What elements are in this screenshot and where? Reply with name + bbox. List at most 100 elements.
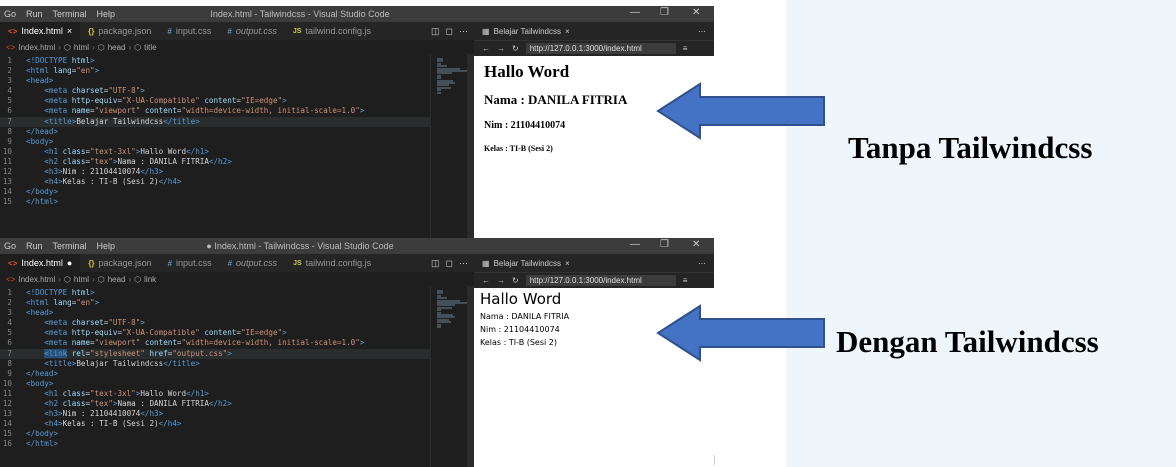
close-preview-icon[interactable]: × [565, 259, 570, 268]
preview-tab-label[interactable]: Belajar Tailwindcss [494, 27, 561, 36]
menu-item-help[interactable]: Help [97, 241, 116, 251]
split-editor-icon[interactable]: ◫ [431, 26, 440, 37]
minimize-icon[interactable]: — [630, 7, 640, 18]
page-heading-h4: Kelas : TI-B (Sesi 2) [484, 144, 553, 153]
menu-item-help[interactable]: Help [97, 9, 116, 19]
menu-item-run[interactable]: Run [26, 9, 43, 19]
code-line[interactable]: 6 <meta name="viewport" content="width=d… [0, 338, 430, 348]
close-tab-icon[interactable]: × [67, 26, 72, 36]
tab-package-json[interactable]: {} package.json [80, 254, 159, 272]
more-icon[interactable]: ⋯ [698, 27, 714, 36]
line-number: 15 [2, 429, 12, 439]
code-line[interactable]: 8 <title>Belajar Tailwindcss</title> [0, 359, 430, 369]
code-line[interactable]: 1 <!DOCTYPE html> [0, 56, 430, 66]
code-line[interactable]: 9 <body> [0, 137, 430, 147]
code-line[interactable]: 5 <meta http-equiv="X-UA-Compatible" con… [0, 96, 430, 106]
tab-label: input.css [175, 26, 212, 36]
line-number: 12 [2, 399, 12, 409]
code-line[interactable]: 12 <h3>Nim : 21104410074</h3> [0, 167, 430, 177]
tab-output-css[interactable]: # output.css [219, 22, 284, 40]
tab-label: input.css [176, 258, 212, 268]
menu-item-run[interactable]: Run [26, 241, 43, 251]
annotation-label-without-tailwind: Tanpa Tailwindcss [848, 130, 1093, 165]
code-editor[interactable]: 1 <!DOCTYPE html> 2 <html lang="en"> 3 <head>… [0, 56, 430, 207]
code-line[interactable]: 16 </html> [0, 439, 430, 449]
code-line[interactable]: 15 </html> [0, 197, 430, 207]
code-line[interactable]: 6 <meta name="viewport" content="width=d… [0, 106, 430, 116]
code-line[interactable]: 7 <link rel="stylesheet" href="output.cs… [0, 348, 430, 359]
breadcrumb-item[interactable]: html [74, 43, 89, 52]
more-actions-icon[interactable]: ⋯ [459, 26, 468, 37]
breadcrumb-item[interactable]: Index.html [18, 43, 55, 52]
tab-package-json[interactable]: {} package.json [80, 22, 159, 40]
preview-icon[interactable]: ◻ [446, 258, 453, 269]
restore-icon[interactable]: ❐ [660, 239, 669, 250]
code-editor[interactable]: 1 <!DOCTYPE html> 2 <html lang="en"> 3 <head>… [0, 288, 430, 450]
menu-icon[interactable]: ≡ [683, 44, 688, 53]
forward-icon[interactable]: → [497, 44, 505, 53]
code-line[interactable]: 10 <h1 class="text-3xl">Hallo Word</h1> [0, 147, 430, 157]
code-line[interactable]: 5 <meta http-equiv="X-UA-Compatible" con… [0, 328, 430, 338]
menu-item-terminal[interactable]: Terminal [53, 241, 87, 251]
code-line[interactable]: 7 <title>Belajar Tailwindcss</title> [0, 116, 430, 127]
tab-output-css[interactable]: # output.css [220, 254, 285, 272]
js-file-icon: JS [292, 27, 302, 35]
minimize-icon[interactable]: — [630, 239, 640, 250]
url-input[interactable]: http://127.0.0.1:3000/index.html [525, 43, 676, 54]
code-line[interactable]: 3 <head> [0, 76, 430, 86]
preview-icon[interactable]: ◻ [446, 26, 453, 37]
code-line[interactable]: 15 </body> [0, 429, 430, 439]
tab-input-css[interactable]: # input.css [159, 22, 219, 40]
reload-icon[interactable]: ↻ [512, 44, 519, 53]
unsaved-dot-icon[interactable]: ● [67, 258, 72, 268]
back-icon[interactable]: ← [482, 276, 490, 285]
code-line[interactable]: 1 <!DOCTYPE html> [0, 288, 430, 298]
editor-scrollbar[interactable] [467, 286, 474, 467]
code-line[interactable]: 13 <h3>Nim : 21104410074</h3> [0, 409, 430, 419]
code-line[interactable]: 12 <h2 class="tex">Nama : DANILA FITRIA<… [0, 399, 430, 409]
forward-icon[interactable]: → [497, 276, 505, 285]
breadcrumb-item[interactable]: link [144, 275, 156, 284]
tab-tailwind-config[interactable]: JS tailwind.config.js [285, 22, 379, 40]
menu-item-terminal[interactable]: Terminal [53, 9, 87, 19]
menu-icon[interactable]: ≡ [683, 276, 688, 285]
code-line[interactable]: 14 </body> [0, 187, 430, 197]
url-input[interactable]: http://127.0.0.1:3000/index.html [525, 275, 676, 286]
more-actions-icon[interactable]: ⋯ [459, 258, 468, 269]
back-icon[interactable]: ← [482, 44, 490, 53]
code-line[interactable]: 2 <html lang="en"> [0, 66, 430, 76]
code-line[interactable]: 2 <html lang="en"> [0, 298, 430, 308]
breadcrumb-item[interactable]: head [108, 43, 126, 52]
reload-icon[interactable]: ↻ [512, 276, 519, 285]
breadcrumb-item[interactable]: html [74, 275, 89, 284]
line-content: <meta name="viewport" content="width=dev… [44, 338, 365, 348]
code-line[interactable]: 13 <h4>Kelas : TI-B (Sesi 2)</h4> [0, 177, 430, 187]
tab-index-html[interactable]: <> Index.html × [0, 22, 81, 40]
breadcrumb-item[interactable]: Index.html [18, 275, 55, 284]
menu-item-go[interactable]: Go [4, 9, 16, 19]
preview-tab-label[interactable]: Belajar Tailwindcss [494, 259, 561, 268]
split-editor-icon[interactable]: ◫ [431, 258, 440, 269]
restore-icon[interactable]: ❐ [660, 7, 669, 18]
breadcrumb-item[interactable]: title [144, 43, 156, 52]
tab-tailwind-config[interactable]: JS tailwind.config.js [285, 254, 379, 272]
close-window-icon[interactable]: ✕ [692, 7, 700, 18]
close-window-icon[interactable]: ✕ [692, 239, 700, 250]
code-line[interactable]: 11 <h1 class="text-3xl">Hallo Word</h1> [0, 389, 430, 399]
editor-scrollbar[interactable] [467, 54, 474, 239]
tab-input-css[interactable]: # input.css [160, 254, 220, 272]
code-line[interactable]: 8 </head> [0, 127, 430, 137]
tab-label: output.css [236, 258, 278, 268]
code-line[interactable]: 10 <body> [0, 379, 430, 389]
code-line[interactable]: 3 <head> [0, 308, 430, 318]
code-line[interactable]: 4 <meta charset="UTF-8"> [0, 318, 430, 328]
tab-index-html[interactable]: <> Index.html ● [0, 254, 81, 272]
more-icon[interactable]: ⋯ [698, 259, 714, 268]
code-line[interactable]: 9 </head> [0, 369, 430, 379]
breadcrumb-item[interactable]: head [108, 275, 126, 284]
close-preview-icon[interactable]: × [565, 27, 570, 36]
code-line[interactable]: 11 <h2 class="tex">Nama : DANILA FITRIA<… [0, 157, 430, 167]
code-line[interactable]: 14 <h4>Kelas : TI-B (Sesi 2)</h4> [0, 419, 430, 429]
menu-item-go[interactable]: Go [4, 241, 16, 251]
code-line[interactable]: 4 <meta charset="UTF-8"> [0, 86, 430, 96]
